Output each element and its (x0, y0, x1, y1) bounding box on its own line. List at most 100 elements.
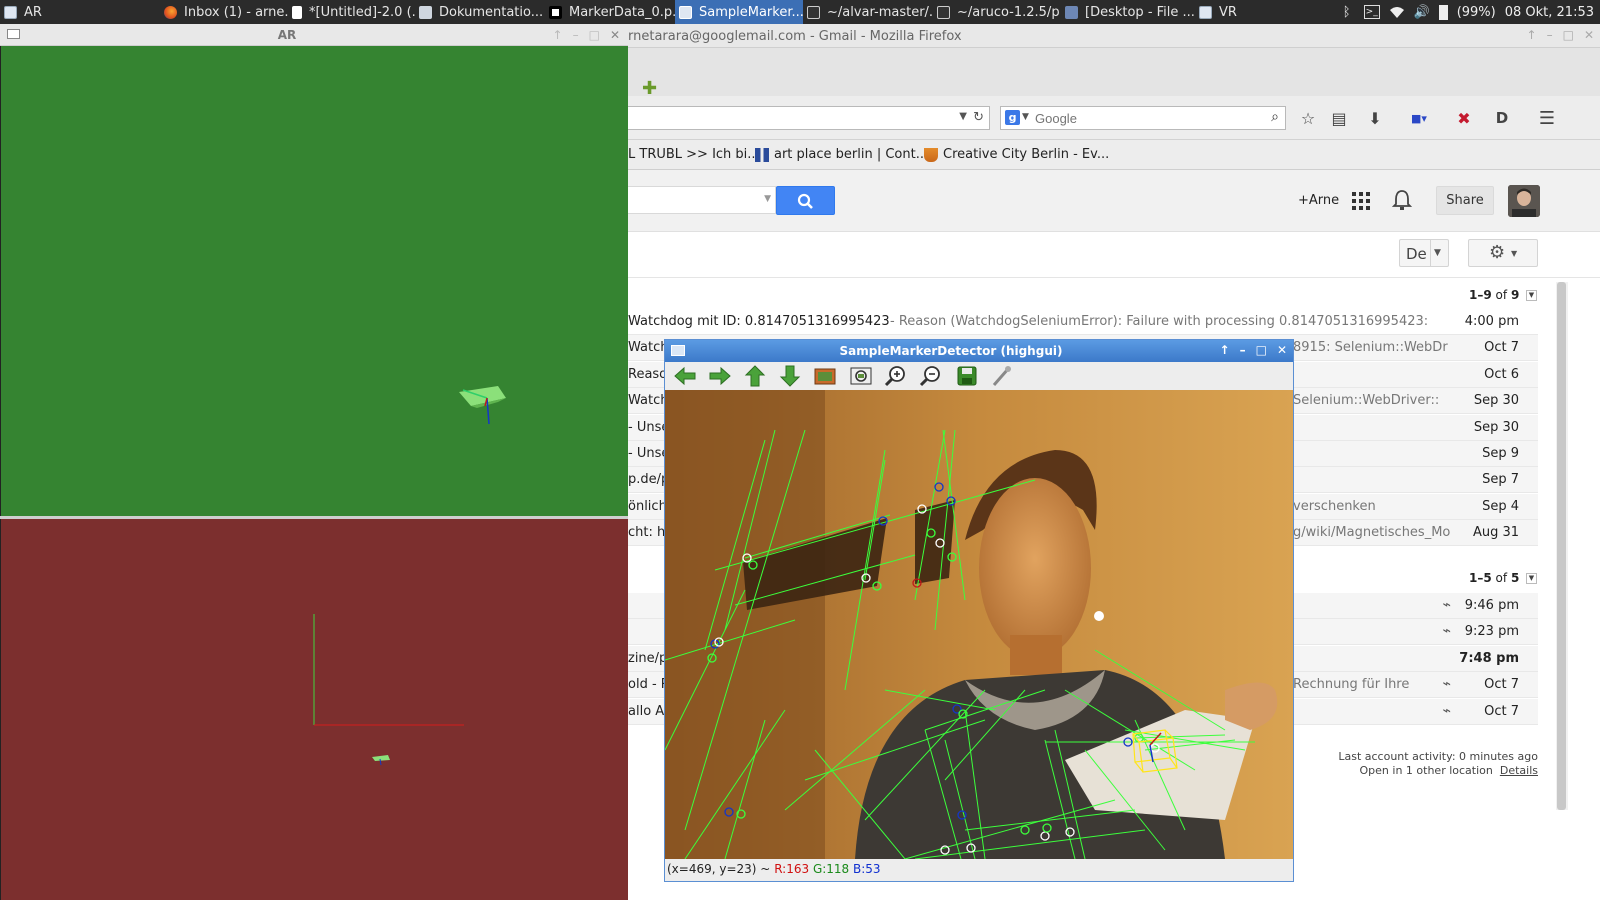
bluetooth-icon[interactable]: ᛒ (1339, 5, 1355, 20)
zoom-in-icon[interactable] (884, 365, 908, 387)
search-icon[interactable]: ⌕ (1271, 109, 1279, 125)
zoom-out-icon[interactable] (919, 365, 943, 387)
chevron-down-icon[interactable]: ▼ (1526, 573, 1537, 584)
clock[interactable]: 08 Okt, 21:53 (1505, 5, 1594, 20)
chevron-down-icon[interactable]: ▼ (1022, 112, 1029, 122)
reading-list-icon[interactable]: ▤ (1329, 108, 1349, 128)
task-ar[interactable]: AR (0, 0, 160, 24)
message-subject: zine/p (628, 650, 668, 666)
task-label: VR (1219, 4, 1237, 20)
task-alvar-terminal[interactable]: ~/alvar-master/... (803, 0, 933, 24)
message-date: Sep 30 (1473, 419, 1519, 435)
maximize-icon[interactable]: □ (1256, 343, 1267, 357)
close-icon[interactable]: ✕ (1584, 28, 1594, 42)
location-text: Open in 1 other location (1359, 764, 1493, 777)
apps-grid-icon[interactable] (1352, 192, 1370, 210)
scrollbar[interactable] (1556, 282, 1568, 810)
task-markerdata[interactable]: MarkerData_0.p... (545, 0, 675, 24)
task-samplemarker[interactable]: SampleMarker... (675, 0, 803, 24)
bookmark-item[interactable]: Creative City Berlin - Ev... (924, 147, 1109, 162)
close-icon[interactable]: ✕ (610, 28, 620, 42)
table-row[interactable]: Watchdog mit ID: 0.8147051316995423 - Re… (628, 309, 1538, 335)
ar-3d-view-bottom[interactable] (1, 519, 628, 900)
reload-icon[interactable]: ↻ (973, 110, 984, 125)
message-snippet: Rechnung für Ihre (1293, 677, 1410, 693)
file-manager-icon (1065, 5, 1078, 19)
up-icon[interactable]: ↑ (1527, 28, 1537, 42)
dashlane-icon[interactable]: D (1492, 108, 1512, 128)
maximize-icon[interactable]: □ (1563, 28, 1574, 42)
bookmark-label: L TRUBL >> Ich bi... (628, 147, 760, 162)
message-count: 1–9 of 9 (1469, 288, 1520, 302)
terminal-icon[interactable]: >_ (1363, 5, 1380, 19)
search-input[interactable] (1035, 109, 1255, 127)
volume-icon[interactable]: 🔊 (1414, 5, 1430, 20)
pan-right-icon[interactable] (708, 365, 732, 387)
bookmark-item[interactable]: art place berlin | Cont... (755, 147, 928, 162)
bookmark-item[interactable]: L TRUBL >> Ich bi... (628, 147, 760, 162)
task-aruco-terminal[interactable]: ~/aruco-1.2.5/p... (933, 0, 1061, 24)
ar-3d-view-top[interactable] (1, 46, 628, 516)
window-icon (1199, 5, 1212, 19)
ar-window: AR ↑ – □ ✕ (0, 24, 628, 900)
save-icon[interactable] (955, 365, 979, 387)
status-bar: (x=469, y=23) ~ R:163 G:118 B:53 (665, 859, 1293, 881)
adblock-icon[interactable]: ■▾ (1403, 108, 1435, 128)
chevron-down-icon: ▼ (1511, 249, 1518, 258)
minimize-icon[interactable]: – (1547, 28, 1553, 42)
pan-up-icon[interactable] (743, 365, 767, 387)
wifi-icon[interactable] (1389, 5, 1405, 19)
task-vr[interactable]: VR (1195, 0, 1275, 24)
settings-button[interactable]: ⚙ ▼ (1468, 239, 1538, 267)
attachment-icon: ⌁ (1442, 623, 1451, 640)
google-icon[interactable]: g (1005, 110, 1020, 125)
message-date: Sep 7 (1482, 472, 1519, 488)
pan-down-icon[interactable] (778, 365, 802, 387)
activity-text: Last account activity: 0 minutes ago (1338, 750, 1538, 763)
pan-left-icon[interactable] (673, 365, 697, 387)
share-button[interactable]: Share (1436, 186, 1494, 215)
zoom-original-icon[interactable] (813, 365, 837, 387)
highgui-window: SampleMarkerDetector (highgui) ↑ – □ ✕ (… (664, 339, 1294, 882)
maximize-icon[interactable]: □ (589, 28, 600, 42)
menu-icon[interactable]: ☰ (1537, 108, 1557, 129)
download-icon[interactable]: ⬇ (1365, 108, 1385, 128)
avatar[interactable] (1508, 185, 1540, 217)
task-dokumentation[interactable]: Dokumentatio... (415, 0, 545, 24)
attachment-icon: ⌁ (1442, 702, 1451, 719)
terminal-icon (937, 5, 950, 19)
task-label: Dokumentatio... (439, 4, 544, 20)
grid-icon (755, 147, 769, 162)
marker-image-icon (549, 5, 562, 19)
battery-icon[interactable] (1438, 4, 1448, 20)
task-label: Inbox (1) - arne... (184, 4, 288, 20)
message-snippet: g/wiki/Magnetisches_Mo (1293, 525, 1451, 541)
bookmark-star-icon[interactable]: ☆ (1298, 108, 1318, 128)
window-controls: ↑ – □ ✕ (1220, 343, 1287, 357)
notifications-bell-icon[interactable] (1391, 189, 1413, 211)
details-link[interactable]: Details (1500, 764, 1538, 777)
up-icon[interactable]: ↑ (1220, 343, 1230, 357)
search-bar[interactable]: g ▼ ⌕ (1000, 106, 1286, 130)
gmail-search-input[interactable]: ▼ (628, 186, 776, 214)
close-icon[interactable]: ✕ (1277, 343, 1287, 357)
gmail-search-button[interactable] (776, 186, 835, 215)
task-desktop-files[interactable]: [Desktop - File ... (1061, 0, 1195, 24)
chevron-down-icon[interactable]: ▼ (764, 194, 771, 204)
up-icon[interactable]: ↑ (553, 28, 563, 42)
window-title: AR (277, 28, 297, 42)
task-firefox-inbox[interactable]: Inbox (1) - arne... (160, 0, 288, 24)
minimize-icon[interactable]: – (1240, 343, 1246, 357)
language-select[interactable]: De ▼ (1399, 239, 1449, 267)
url-bar[interactable]: ▼ ↻ (628, 106, 990, 130)
zoom-fit-icon[interactable] (849, 365, 873, 387)
properties-icon[interactable] (990, 365, 1014, 387)
user-link[interactable]: +Arne (1298, 193, 1339, 208)
task-untitled[interactable]: *[Untitled]-2.0 (... (288, 0, 415, 24)
camera-image[interactable] (665, 390, 1293, 859)
chevron-down-icon[interactable]: ▼ (1526, 290, 1537, 301)
chevron-down-icon[interactable]: ▼ (959, 111, 967, 122)
message-subject: Watchdog mit ID: 0.8147051316995423 (628, 314, 890, 329)
addon-icon[interactable]: ✖ (1454, 108, 1474, 128)
minimize-icon[interactable]: – (573, 28, 579, 42)
